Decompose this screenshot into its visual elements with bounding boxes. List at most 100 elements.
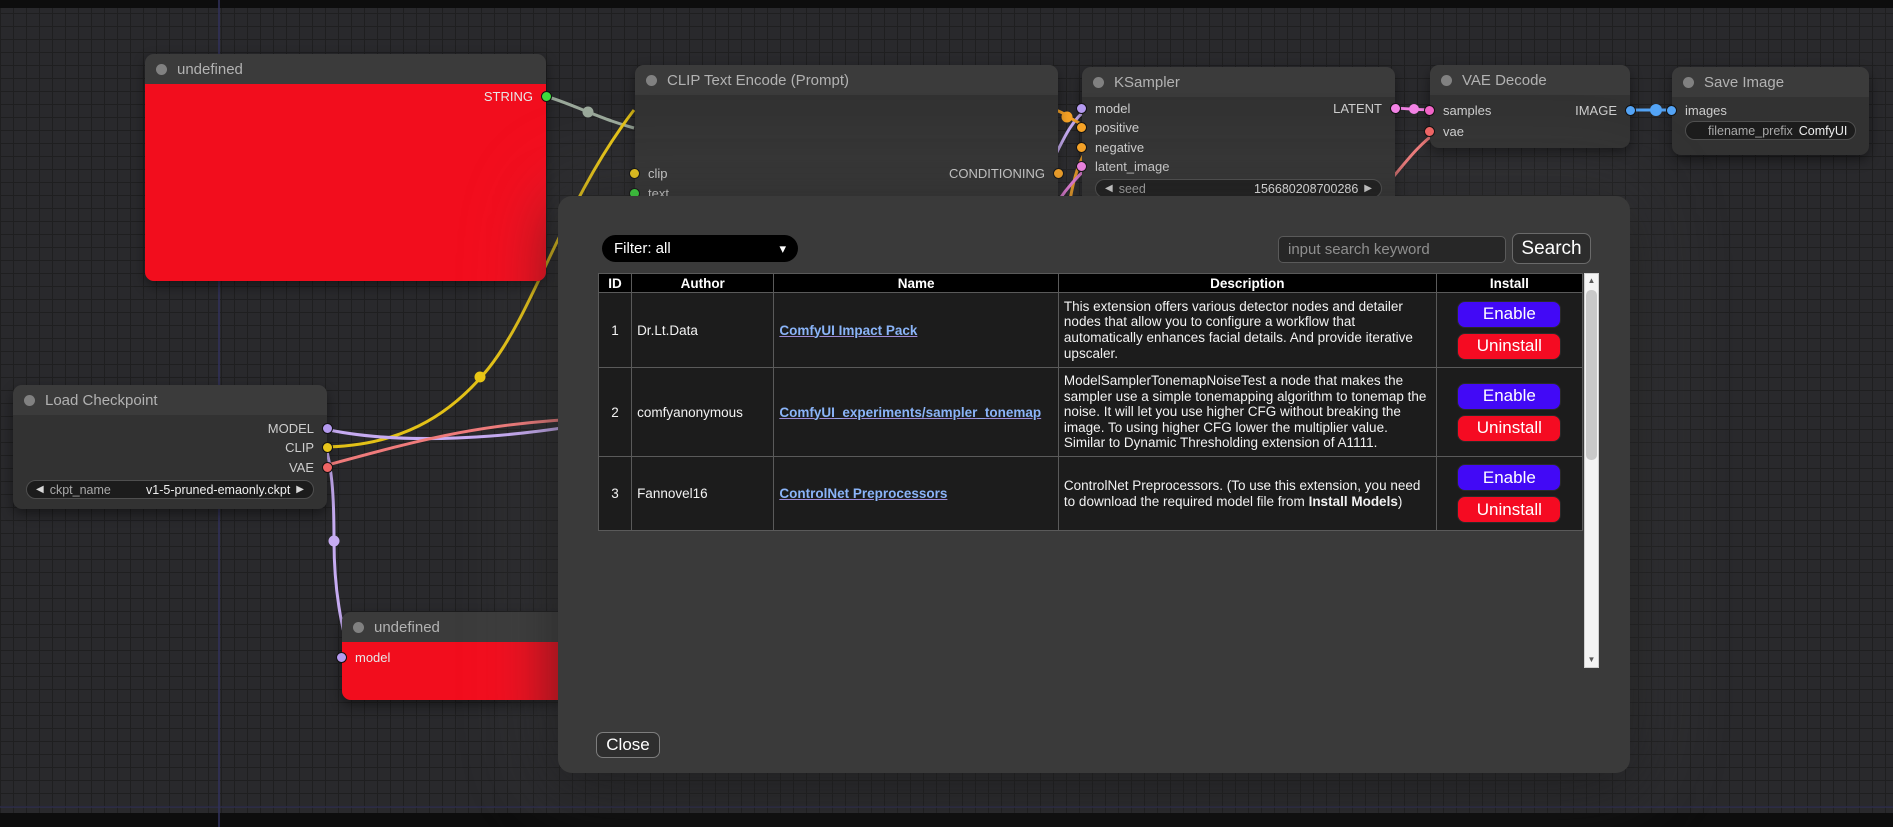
node-save-image-header[interactable]: Save Image [1672, 67, 1869, 97]
enable-button[interactable]: Enable [1457, 383, 1561, 410]
wire-dot-conditioning[interactable] [1062, 112, 1073, 123]
output-slot-latent[interactable]: LATENT [1333, 100, 1401, 116]
enable-button[interactable]: Enable [1457, 301, 1561, 328]
node-save-image[interactable]: Save Image images filename_prefix ComfyU… [1672, 67, 1869, 155]
conditioning-slot-icon[interactable] [1076, 142, 1087, 153]
search-input[interactable] [1278, 236, 1506, 263]
collapse-dot-icon[interactable] [353, 622, 364, 633]
decrement-arrow-icon[interactable]: ◀ [36, 485, 44, 495]
input-slot-positive[interactable]: positive [1076, 119, 1139, 135]
description-bold-text: Install Models [1309, 494, 1398, 509]
input-slot-latent-image[interactable]: latent_image [1076, 158, 1169, 174]
cell-description: This extension offers various detector n… [1058, 293, 1436, 368]
node-title: VAE Decode [1462, 72, 1547, 89]
collapse-dot-icon[interactable] [646, 75, 657, 86]
wire-dot-image[interactable] [1650, 104, 1662, 116]
table-row: 2 comfyanonymous ComfyUI_experiments/sam… [599, 368, 1583, 457]
collapse-dot-icon[interactable] [1683, 77, 1694, 88]
conditioning-slot-icon[interactable] [1076, 122, 1087, 133]
slot-label: LATENT [1333, 101, 1382, 116]
table-scrollbar[interactable]: ▲ ▼ [1584, 273, 1599, 668]
output-slot-clip[interactable]: CLIP [285, 439, 333, 455]
scroll-down-icon[interactable]: ▼ [1585, 653, 1598, 667]
ckpt-name-widget[interactable]: ◀ ckpt_name v1-5-pruned-emaonly.ckpt ▶ [26, 480, 314, 499]
model-slot-icon[interactable] [1076, 103, 1087, 114]
slot-label: samples [1443, 103, 1491, 118]
col-header-description: Description [1058, 274, 1436, 293]
input-slot-model[interactable]: model [1076, 100, 1130, 116]
slot-label: positive [1095, 120, 1139, 135]
node-title: Save Image [1704, 74, 1784, 91]
comfyui-app: undefined STRING CLIP Text Encode (Promp… [0, 0, 1893, 827]
filter-select[interactable]: Filter: all ▾ [602, 235, 798, 262]
col-header-author: Author [632, 274, 774, 293]
node-vae-decode-header[interactable]: VAE Decode [1430, 65, 1630, 95]
clip-slot-icon[interactable] [629, 168, 640, 179]
wire-dot-latent[interactable] [1409, 104, 1419, 114]
slot-label: model [355, 650, 390, 665]
conditioning-slot-icon[interactable] [1053, 168, 1064, 179]
node-load-checkpoint-header[interactable]: Load Checkpoint [13, 385, 327, 415]
extension-link[interactable]: ControlNet Preprocessors [779, 486, 947, 501]
collapse-dot-icon[interactable] [1441, 75, 1452, 86]
node-undefined-top[interactable]: undefined STRING [145, 54, 546, 281]
collapse-dot-icon[interactable] [24, 395, 35, 406]
search-button[interactable]: Search [1512, 233, 1591, 264]
output-slot-string[interactable]: STRING [484, 88, 552, 104]
vae-slot-icon[interactable] [1424, 126, 1435, 137]
increment-arrow-icon[interactable]: ▶ [296, 485, 304, 495]
extension-link[interactable]: ComfyUI Impact Pack [779, 323, 917, 338]
node-clip-text-encode-header[interactable]: CLIP Text Encode (Prompt) [635, 65, 1058, 95]
scrollbar-thumb[interactable] [1586, 290, 1597, 460]
wire-dot-model[interactable] [329, 536, 340, 547]
enable-button[interactable]: Enable [1457, 464, 1561, 491]
slot-label: negative [1095, 140, 1144, 155]
wire-dot-clip[interactable] [475, 372, 486, 383]
node-load-checkpoint[interactable]: Load Checkpoint MODEL CLIP VAE ◀ ckpt_na… [13, 385, 327, 509]
string-slot-icon[interactable] [541, 91, 552, 102]
uninstall-button[interactable]: Uninstall [1457, 333, 1561, 360]
extension-link[interactable]: ComfyUI_experiments/sampler_tonemap [779, 405, 1041, 420]
clip-slot-icon[interactable] [322, 442, 333, 453]
input-slot-clip[interactable]: clip [629, 165, 668, 181]
uninstall-button[interactable]: Uninstall [1457, 415, 1561, 442]
uninstall-button[interactable]: Uninstall [1457, 496, 1561, 523]
latent-slot-icon[interactable] [1390, 103, 1401, 114]
output-slot-image[interactable]: IMAGE [1575, 102, 1636, 118]
input-slot-samples[interactable]: samples [1424, 102, 1491, 118]
input-slot-images[interactable]: images [1666, 102, 1727, 118]
input-slot-negative[interactable]: negative [1076, 139, 1144, 155]
output-slot-conditioning[interactable]: CONDITIONING [949, 165, 1064, 181]
cell-description: ControlNet Preprocessors. (To use this e… [1058, 457, 1436, 531]
node-ksampler[interactable]: KSampler model positive negative latent_… [1082, 67, 1395, 207]
increment-arrow-icon[interactable]: ▶ [1364, 184, 1372, 194]
image-slot-icon[interactable] [1625, 105, 1636, 116]
col-header-install: Install [1436, 274, 1582, 293]
scroll-up-icon[interactable]: ▲ [1585, 274, 1598, 288]
node-title: Load Checkpoint [45, 392, 158, 409]
node-vae-decode[interactable]: VAE Decode samples vae IMAGE [1430, 65, 1630, 148]
model-slot-icon[interactable] [322, 423, 333, 434]
close-button[interactable]: Close [596, 732, 660, 758]
output-slot-model[interactable]: MODEL [268, 420, 333, 436]
image-slot-icon[interactable] [1666, 105, 1677, 116]
node-undefined-top-header[interactable]: undefined [145, 54, 546, 84]
output-slot-vae[interactable]: VAE [289, 459, 333, 475]
latent-slot-icon[interactable] [1424, 105, 1435, 116]
collapse-dot-icon[interactable] [156, 64, 167, 75]
node-title: undefined [177, 61, 243, 78]
filename-prefix-widget[interactable]: filename_prefix ComfyUI [1685, 121, 1856, 140]
node-title: KSampler [1114, 74, 1180, 91]
table-row: 3 Fannovel16 ControlNet Preprocessors Co… [599, 457, 1583, 531]
latent-slot-icon[interactable] [1076, 161, 1087, 172]
model-slot-icon[interactable] [336, 652, 347, 663]
input-slot-model[interactable]: model [336, 649, 390, 665]
input-slot-vae[interactable]: vae [1424, 123, 1464, 139]
node-ksampler-header[interactable]: KSampler [1082, 67, 1395, 97]
collapse-dot-icon[interactable] [1093, 77, 1104, 88]
wire-dot-string[interactable] [583, 107, 594, 118]
extension-table: ID Author Name Description Install 1 Dr.… [598, 273, 1583, 531]
vae-slot-icon[interactable] [322, 462, 333, 473]
slot-label: images [1685, 103, 1727, 118]
decrement-arrow-icon[interactable]: ◀ [1105, 184, 1113, 194]
